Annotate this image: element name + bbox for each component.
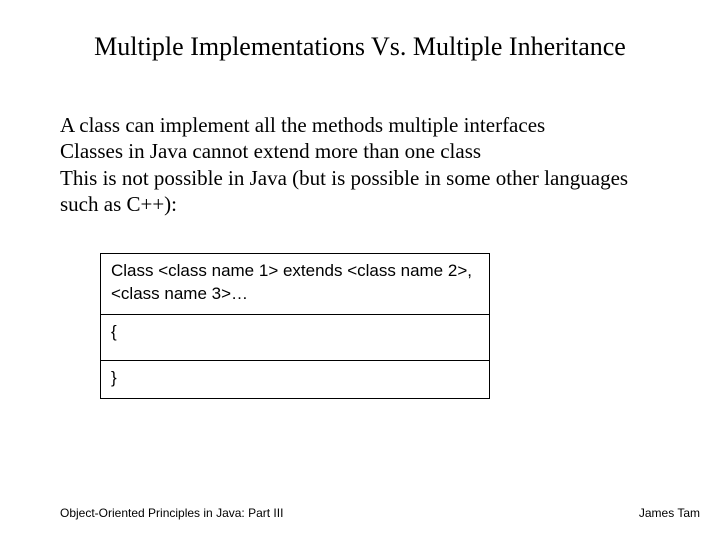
slide: Multiple Implementations Vs. Multiple In… — [0, 0, 720, 540]
body-line-3: This is not possible in Java (but is pos… — [60, 165, 660, 218]
footer-left: Object-Oriented Principles in Java: Part… — [60, 506, 283, 520]
body-line-1: A class can implement all the methods mu… — [60, 112, 660, 138]
body-line-2: Classes in Java cannot extend more than … — [60, 138, 660, 164]
code-row-3: } — [101, 361, 489, 398]
footer: Object-Oriented Principles in Java: Part… — [60, 506, 700, 520]
body-text: A class can implement all the methods mu… — [60, 112, 660, 217]
code-box: Class <class name 1> extends <class name… — [100, 253, 490, 399]
slide-title: Multiple Implementations Vs. Multiple In… — [60, 32, 660, 62]
code-row-2: { — [101, 315, 489, 361]
code-row-1: Class <class name 1> extends <class name… — [101, 254, 489, 315]
footer-right: James Tam — [639, 506, 700, 520]
